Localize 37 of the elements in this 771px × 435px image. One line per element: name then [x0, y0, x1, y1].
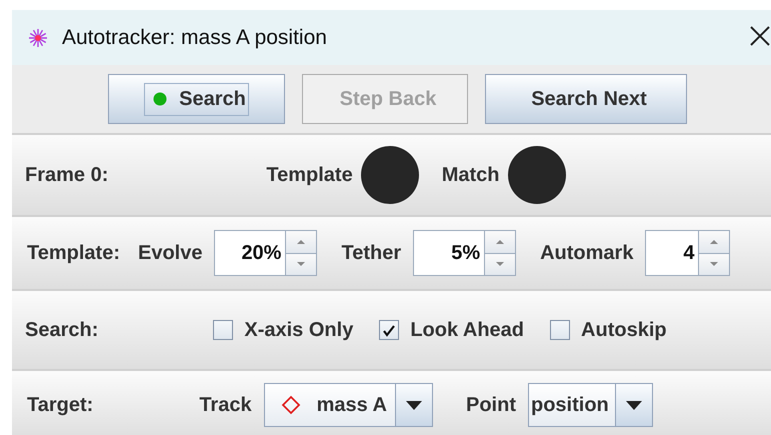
checkbox-label[interactable]: X-axis Only [244, 318, 354, 342]
status-dot-icon [153, 92, 168, 106]
checkbox-label[interactable]: Look Ahead [410, 318, 524, 342]
dropdown-arrow-icon[interactable] [406, 400, 422, 410]
frame-label: Frame 0: [25, 164, 108, 186]
down-arrow-icon[interactable] [496, 262, 504, 267]
row-label: Target: [27, 394, 94, 416]
down-arrow-icon[interactable] [297, 262, 306, 267]
spinner-label: Evolve [138, 242, 202, 264]
row-label: Search: [25, 318, 98, 342]
number-spinner[interactable]: 20% [214, 230, 318, 276]
down-arrow-icon[interactable] [710, 262, 718, 267]
up-arrow-icon[interactable] [710, 239, 718, 244]
toolbar-button[interactable]: Search Next [485, 74, 687, 124]
checkbox[interactable] [379, 320, 400, 340]
checkbox-label[interactable]: Autoskip [581, 318, 667, 342]
number-spinner[interactable]: 4 [645, 230, 730, 276]
up-arrow-icon[interactable] [496, 239, 504, 244]
dropdown[interactable]: position [528, 383, 653, 427]
dropdown[interactable]: mass A [264, 383, 433, 427]
toolbar-button[interactable]: Search [108, 74, 285, 124]
spinner-label: Automark [540, 242, 634, 264]
dropdown-label: Point [466, 394, 516, 416]
dropdown-arrow-icon[interactable] [626, 400, 642, 410]
checkbox[interactable] [213, 320, 234, 340]
window-title: Autotracker: mass A position [62, 26, 327, 50]
match-label: Match [442, 164, 500, 186]
row-label: Template: [27, 242, 120, 264]
template-label: Template [266, 164, 353, 186]
checkbox[interactable] [550, 320, 570, 340]
number-spinner[interactable]: 5% [413, 230, 516, 276]
dropdown-label: Track [199, 394, 252, 416]
diamond-icon [280, 395, 301, 415]
starburst-icon [28, 28, 48, 48]
close-icon[interactable] [749, 25, 771, 47]
spinner-label: Tether [341, 242, 402, 264]
up-arrow-icon[interactable] [297, 239, 306, 244]
